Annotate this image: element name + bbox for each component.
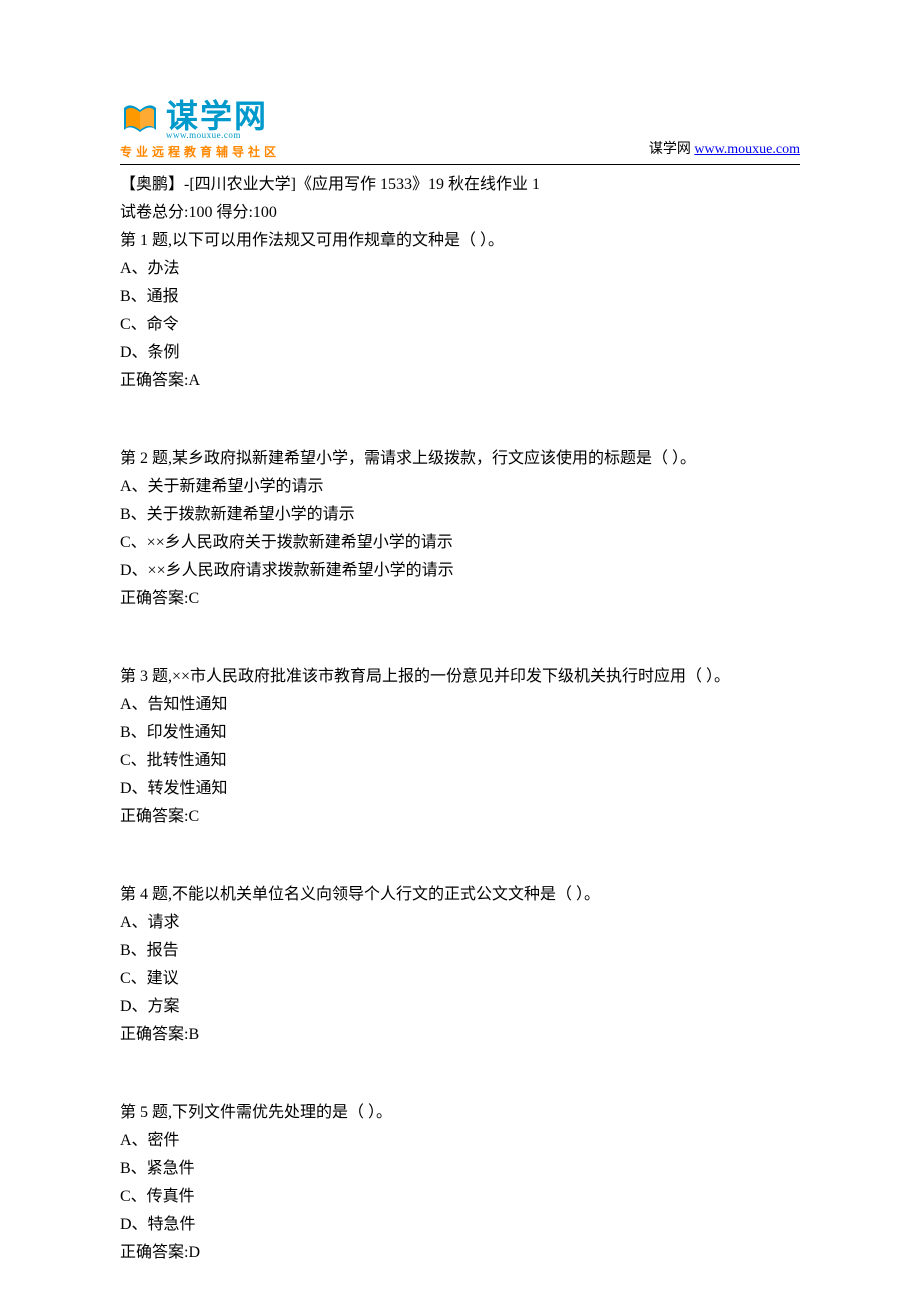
document-title: 【奥鹏】-[四川农业大学]《应用写作 1533》19 秋在线作业 1 — [120, 171, 800, 199]
question-option: A、告知性通知 — [120, 691, 800, 719]
page-header: 谋学网 www.mouxue.com 专业远程教育辅导社区 谋学网 www.mo… — [120, 100, 800, 165]
question-option: D、方案 — [120, 993, 800, 1021]
score-line: 试卷总分:100 得分:100 — [120, 199, 800, 227]
logo-text: 谋学网 — [166, 100, 268, 132]
question-answer: 正确答案:C — [120, 585, 800, 613]
question-option: C、批转性通知 — [120, 747, 800, 775]
question-option: C、建议 — [120, 965, 800, 993]
question-option: D、转发性通知 — [120, 775, 800, 803]
question-prompt: 第 2 题,某乡政府拟新建希望小学，需请求上级拨款，行文应该使用的标题是（ ）。 — [120, 445, 800, 473]
question-option: C、传真件 — [120, 1183, 800, 1211]
site-link-block: 谋学网 www.mouxue.com — [649, 138, 800, 160]
question-option: B、通报 — [120, 283, 800, 311]
question-option: A、办法 — [120, 255, 800, 283]
question-answer: 正确答案:D — [120, 1239, 800, 1267]
question-option: B、印发性通知 — [120, 719, 800, 747]
question-prompt: 第 3 题,××市人民政府批准该市教育局上报的一份意见并印发下级机关执行时应用（… — [120, 663, 800, 691]
question-prompt: 第 4 题,不能以机关单位名义向领导个人行文的正式公文文种是（ ）。 — [120, 881, 800, 909]
question-option: D、条例 — [120, 339, 800, 367]
question-answer: 正确答案:B — [120, 1021, 800, 1049]
question-1: 第 1 题,以下可以用作法规又可用作规章的文种是（ ）。 A、办法 B、通报 C… — [120, 227, 800, 395]
question-option: B、紧急件 — [120, 1155, 800, 1183]
question-prompt: 第 1 题,以下可以用作法规又可用作规章的文种是（ ）。 — [120, 227, 800, 255]
question-5: 第 5 题,下列文件需优先处理的是（ ）。 A、密件 B、紧急件 C、传真件 D… — [120, 1099, 800, 1267]
question-2: 第 2 题,某乡政府拟新建希望小学，需请求上级拨款，行文应该使用的标题是（ ）。… — [120, 445, 800, 613]
question-option: A、密件 — [120, 1127, 800, 1155]
question-prompt: 第 5 题,下列文件需优先处理的是（ ）。 — [120, 1099, 800, 1127]
document-content: 【奥鹏】-[四川农业大学]《应用写作 1533》19 秋在线作业 1 试卷总分:… — [120, 171, 800, 1267]
question-option: A、请求 — [120, 909, 800, 937]
site-name: 谋学网 — [649, 142, 695, 157]
book-icon — [120, 100, 160, 140]
question-option: C、命令 — [120, 311, 800, 339]
question-option: D、××乡人民政府请求拨款新建希望小学的请示 — [120, 557, 800, 585]
question-answer: 正确答案:C — [120, 803, 800, 831]
tagline: 专业远程教育辅导社区 — [120, 143, 280, 160]
site-link[interactable]: www.mouxue.com — [694, 142, 800, 157]
logo-block: 谋学网 www.mouxue.com 专业远程教育辅导社区 — [120, 100, 280, 160]
question-option: B、报告 — [120, 937, 800, 965]
question-4: 第 4 题,不能以机关单位名义向领导个人行文的正式公文文种是（ ）。 A、请求 … — [120, 881, 800, 1049]
question-answer: 正确答案:A — [120, 367, 800, 395]
question-option: B、关于拨款新建希望小学的请示 — [120, 501, 800, 529]
question-option: A、关于新建希望小学的请示 — [120, 473, 800, 501]
logo-text-wrap: 谋学网 www.mouxue.com — [166, 100, 268, 140]
logo-row: 谋学网 www.mouxue.com — [120, 100, 280, 140]
question-3: 第 3 题,××市人民政府批准该市教育局上报的一份意见并印发下级机关执行时应用（… — [120, 663, 800, 831]
question-option: D、特急件 — [120, 1211, 800, 1239]
question-option: C、××乡人民政府关于拨款新建希望小学的请示 — [120, 529, 800, 557]
